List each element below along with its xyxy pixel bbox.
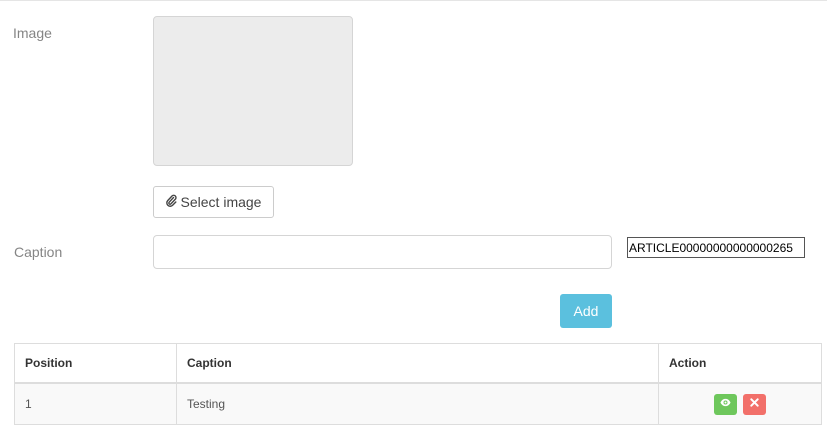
image-label: Image: [13, 25, 52, 41]
images-table: Position Caption Action 1 Testing: [14, 343, 822, 425]
close-icon: [749, 397, 760, 411]
caption-input[interactable]: [153, 235, 612, 269]
table-header-row: Position Caption Action: [14, 343, 822, 384]
delete-button[interactable]: [742, 393, 766, 415]
table-row: 1 Testing: [14, 382, 822, 425]
top-divider: [0, 0, 827, 1]
paperclip-icon: [165, 194, 177, 210]
add-button[interactable]: Add: [560, 294, 612, 328]
article-id-field[interactable]: [627, 237, 805, 258]
eye-icon: [720, 397, 731, 411]
caption-label: Caption: [14, 244, 63, 260]
header-position: Position: [14, 343, 177, 384]
cell-position: 1: [14, 382, 177, 425]
cell-caption: Testing: [176, 382, 659, 425]
image-preview: [153, 16, 353, 166]
header-action: Action: [658, 343, 822, 384]
select-image-button[interactable]: Select image: [153, 186, 274, 218]
view-button[interactable]: [714, 393, 738, 415]
cell-actions: [658, 382, 822, 425]
select-image-label: Select image: [180, 194, 262, 210]
header-caption: Caption: [176, 343, 659, 384]
